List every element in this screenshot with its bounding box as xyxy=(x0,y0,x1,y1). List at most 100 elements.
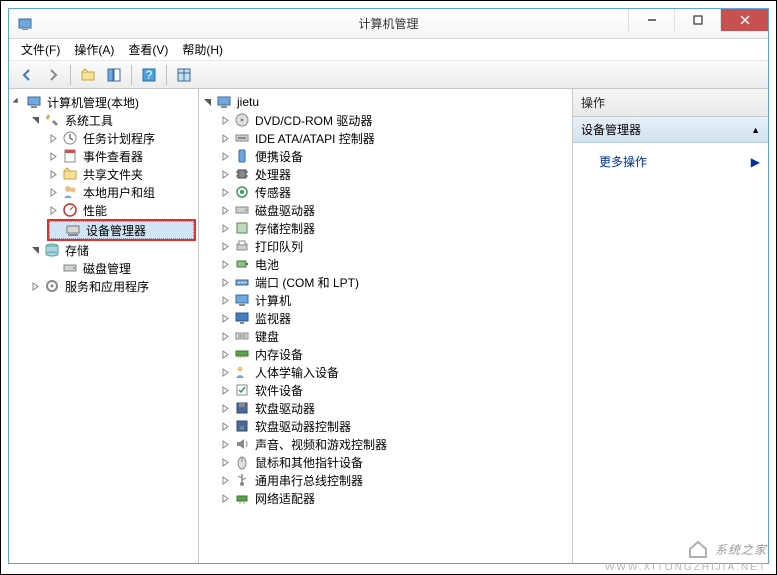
device-category-network-adapters[interactable]: 网络适配器 xyxy=(219,489,570,507)
actions-more-link[interactable]: 更多操作 ▶ xyxy=(573,149,768,174)
collapse-icon[interactable] xyxy=(29,244,41,256)
device-category-audio-controllers[interactable]: 声音、视频和游戏控制器 xyxy=(219,435,570,453)
menu-file[interactable]: 文件(F) xyxy=(15,39,66,60)
expand-icon[interactable] xyxy=(47,132,59,144)
collapse-icon[interactable] xyxy=(201,96,213,108)
show-hide-tree-button[interactable] xyxy=(102,64,126,86)
sensors-icon xyxy=(234,184,250,200)
view-button[interactable] xyxy=(172,64,196,86)
node-label: 人体学输入设备 xyxy=(253,364,341,381)
device-category-portable-devices[interactable]: 便携设备 xyxy=(219,147,570,165)
tree-node-storage[interactable]: 存储 xyxy=(29,241,196,259)
node-label: 系统工具 xyxy=(63,112,115,129)
node-label: 软盘驱动器控制器 xyxy=(253,418,353,435)
tree-node-disk-management[interactable]: 磁盘管理 xyxy=(47,259,196,277)
expand-icon[interactable] xyxy=(219,474,231,486)
toolbar-separator xyxy=(70,65,71,85)
performance-icon xyxy=(62,202,78,218)
expand-icon[interactable] xyxy=(219,240,231,252)
tree-node-services-apps[interactable]: 服务和应用程序 xyxy=(29,277,196,295)
expand-icon[interactable] xyxy=(47,150,59,162)
tree-node-performance[interactable]: 性能 xyxy=(47,201,196,219)
device-category-memory-devices[interactable]: 内存设备 xyxy=(219,345,570,363)
disk-drives-icon xyxy=(234,202,250,218)
device-category-storage-controllers[interactable]: 存储控制器 xyxy=(219,219,570,237)
device-category-disk-drives[interactable]: 磁盘驱动器 xyxy=(219,201,570,219)
back-button[interactable] xyxy=(15,64,39,86)
expand-icon[interactable] xyxy=(219,132,231,144)
expand-icon[interactable] xyxy=(219,384,231,396)
window-title: 计算机管理 xyxy=(358,15,418,32)
expand-icon[interactable] xyxy=(219,222,231,234)
device-category-floppy-drives[interactable]: 软盘驱动器 xyxy=(219,399,570,417)
users-icon xyxy=(62,184,78,200)
up-button[interactable] xyxy=(76,64,100,86)
dvd-drives-icon xyxy=(234,112,250,128)
node-label: 计算机 xyxy=(253,292,293,309)
tree-node-shared-folders[interactable]: 共享文件夹 xyxy=(47,165,196,183)
device-category-keyboards[interactable]: 键盘 xyxy=(219,327,570,345)
expand-icon[interactable] xyxy=(29,280,41,292)
expand-icon[interactable] xyxy=(219,348,231,360)
device-category-usb-controllers[interactable]: 通用串行总线控制器 xyxy=(219,471,570,489)
expand-icon[interactable] xyxy=(219,114,231,126)
expand-icon[interactable] xyxy=(219,186,231,198)
expand-icon[interactable] xyxy=(47,204,59,216)
tree-node-device-manager[interactable]: 设备管理器 xyxy=(49,221,194,239)
expand-icon[interactable] xyxy=(219,366,231,378)
expand-icon[interactable] xyxy=(219,330,231,342)
expander-icon[interactable] xyxy=(11,96,23,108)
expand-icon[interactable] xyxy=(219,150,231,162)
expand-icon[interactable] xyxy=(47,186,59,198)
ide-controllers-icon xyxy=(234,130,250,146)
actions-section-header[interactable]: 设备管理器 ▲ xyxy=(573,117,768,143)
usb-controllers-icon xyxy=(234,472,250,488)
device-category-mice-pointing[interactable]: 鼠标和其他指针设备 xyxy=(219,453,570,471)
device-category-batteries[interactable]: 电池 xyxy=(219,255,570,273)
device-category-monitors[interactable]: 监视器 xyxy=(219,309,570,327)
device-category-ide-controllers[interactable]: IDE ATA/ATAPI 控制器 xyxy=(219,129,570,147)
expand-icon[interactable] xyxy=(219,420,231,432)
forward-button[interactable] xyxy=(41,64,65,86)
close-button[interactable] xyxy=(720,9,768,31)
minimize-button[interactable] xyxy=(628,9,674,31)
help-button[interactable]: ? xyxy=(137,64,161,86)
node-label: 内存设备 xyxy=(253,346,305,363)
device-category-hid-devices[interactable]: 人体学输入设备 xyxy=(219,363,570,381)
maximize-button[interactable] xyxy=(674,9,720,31)
menu-help[interactable]: 帮助(H) xyxy=(176,39,229,60)
expand-icon[interactable] xyxy=(219,492,231,504)
expand-icon[interactable] xyxy=(219,204,231,216)
tree-node-local-users[interactable]: 本地用户和组 xyxy=(47,183,196,201)
tree-node-event-viewer[interactable]: 事件查看器 xyxy=(47,147,196,165)
tree-node-task-scheduler[interactable]: 任务计划程序 xyxy=(47,129,196,147)
device-category-print-queues[interactable]: 打印队列 xyxy=(219,237,570,255)
collapse-icon[interactable] xyxy=(29,114,41,126)
result-pane[interactable]: jietu DVD/CD-ROM 驱动器IDE ATA/ATAPI 控制器便携设… xyxy=(199,89,573,563)
device-category-processors[interactable]: 处理器 xyxy=(219,165,570,183)
menu-view[interactable]: 查看(V) xyxy=(122,39,174,60)
tree-node-system-tools[interactable]: 系统工具 xyxy=(29,111,196,129)
device-tree-root[interactable]: jietu xyxy=(201,93,570,111)
expand-icon[interactable] xyxy=(219,276,231,288)
node-label: 声音、视频和游戏控制器 xyxy=(253,436,389,453)
device-category-dvd-drives[interactable]: DVD/CD-ROM 驱动器 xyxy=(219,111,570,129)
expand-icon[interactable] xyxy=(47,168,59,180)
expand-icon[interactable] xyxy=(219,456,231,468)
expand-icon[interactable] xyxy=(219,438,231,450)
tree-node-computer-management[interactable]: 计算机管理(本地) xyxy=(11,93,196,111)
expand-icon[interactable] xyxy=(219,312,231,324)
expand-icon[interactable] xyxy=(219,258,231,270)
toolbar: ? xyxy=(9,61,768,89)
scope-pane[interactable]: 计算机管理(本地) 系统工具 任务计划程序 事件查看器 xyxy=(9,89,199,563)
device-category-computer[interactable]: 计算机 xyxy=(219,291,570,309)
menu-action[interactable]: 操作(A) xyxy=(68,39,120,60)
device-category-software-devices[interactable]: 软件设备 xyxy=(219,381,570,399)
device-category-ports-com-lpt[interactable]: 端口 (COM 和 LPT) xyxy=(219,273,570,291)
device-category-floppy-controllers[interactable]: 软盘驱动器控制器 xyxy=(219,417,570,435)
expand-icon[interactable] xyxy=(219,294,231,306)
node-label: 软件设备 xyxy=(253,382,305,399)
expand-icon[interactable] xyxy=(219,168,231,180)
expand-icon[interactable] xyxy=(219,402,231,414)
device-category-sensors[interactable]: 传感器 xyxy=(219,183,570,201)
